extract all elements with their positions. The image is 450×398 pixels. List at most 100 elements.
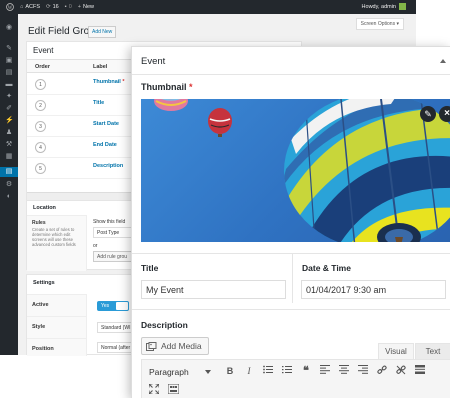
updates-count: 16 [52,4,59,10]
dashboard-icon[interactable]: ◉ [5,24,13,32]
plugins-icon[interactable]: ⚡ [5,117,14,125]
field-label[interactable]: End Date [93,142,117,148]
numbered-list-icon[interactable] [281,365,293,377]
format-select[interactable]: Paragraph [146,365,214,379]
show-if-label: Show this field [93,219,126,225]
divider [132,253,450,254]
screen-options-button[interactable]: Screen Options ▾ [355,18,404,30]
add-media-button[interactable]: Add Media [141,337,209,355]
media-icon[interactable]: ▣ [5,57,13,65]
settings-row-side: Position [27,338,87,356]
location-title: Location [33,205,56,211]
comments-icon: ▪ [64,4,67,10]
site-name: ACFS [25,4,40,10]
media-icon [146,341,157,351]
bold-icon[interactable]: B [224,365,236,377]
comments-menu-icon[interactable]: ▬ [5,81,13,89]
panel-title: Event [141,56,166,67]
red-balloon [208,108,232,137]
howdy-label: Howdy, admin [361,3,396,10]
date-time-label: Date & Time [302,263,351,273]
field-label[interactable]: Title [93,100,104,106]
settings-menu-icon[interactable]: ▦ [5,153,13,161]
admin-bar-account[interactable]: Howdy, admin [362,3,406,10]
custom-fields-icon[interactable]: ▤ [0,167,18,177]
position-label: Position [32,346,54,352]
thumbnail-label-text: Thumbnail [141,82,187,92]
updates-icon: ⟳ [46,4,51,10]
admin-bar: W ⌂ ACFS ⟳ 16 ▪ 0 + New Howdy, admin [0,0,416,14]
chevron-down-icon [205,370,211,374]
order-column-header: Order [35,64,50,70]
admin-bar-comments[interactable]: ▪ 0 [65,4,72,10]
admin-bar-new[interactable]: + New [78,4,94,10]
admin-bar-updates[interactable]: ⟳ 16 [46,4,59,10]
divider [132,74,450,75]
add-new-button[interactable]: Add New [88,26,117,38]
thumbnail-label: Thumbnail * [141,82,193,92]
appearance-icon[interactable]: ✐ [5,105,13,113]
title-label: Title [141,263,159,273]
field-order[interactable]: 4 [35,142,46,153]
posts-icon[interactable]: ✎ [5,45,13,53]
field-group-title[interactable]: Event [33,46,53,55]
tab-text[interactable]: Text [415,343,450,359]
settings-row-side: Style [27,316,87,338]
unlink-icon[interactable] [395,365,407,377]
tab-visual[interactable]: Visual [378,343,414,359]
active-toggle[interactable]: Yes [97,301,129,311]
toggle-knob [116,302,128,310]
collapse-icon[interactable]: ◐ [5,193,13,201]
field-order[interactable]: 3 [35,121,46,132]
link-icon[interactable] [376,365,388,377]
tools-icon[interactable]: ⚒ [5,141,13,149]
active-label: Active [32,302,49,308]
required-mark: * [122,79,125,85]
wp-logo-icon[interactable]: W [6,3,14,11]
field-label[interactable]: Description [93,163,123,169]
field-order[interactable]: 2 [35,100,46,111]
bullet-list-icon[interactable] [262,365,274,377]
description-label: Description [141,320,188,330]
toolbar-toggle-icon[interactable] [167,383,179,396]
edit-image-button[interactable]: ✎ [420,106,436,122]
field-label[interactable]: Start Date [93,121,119,127]
add-media-label: Add Media [161,341,202,351]
field-label-text[interactable]: Thumbnail [93,79,121,85]
collapse-caret-icon[interactable] [440,59,446,63]
quote-icon[interactable]: ❝ [300,365,312,377]
field-order[interactable]: 5 [35,163,46,174]
rules-label: Rules [32,220,46,226]
required-mark: * [189,82,193,92]
svg-text:W: W [8,6,13,11]
fullscreen-icon[interactable] [148,383,160,396]
align-right-icon[interactable] [357,365,369,377]
remove-image-button[interactable]: × [439,106,450,122]
settings-row-side: Active [27,294,87,316]
read-more-icon[interactable] [414,365,426,377]
rules-description: Create a set of rules to determine which… [32,227,76,247]
pin-icon[interactable]: ✦ [5,93,13,101]
format-select-value: Paragraph [149,367,189,377]
pencil-icon: ✎ [424,109,432,119]
gear-icon[interactable]: ⚙ [5,181,13,189]
admin-side-menu: ◉ ✎ ▣ ▤ ▬ ✦ ✐ ⚡ ♟ ⚒ ▦ ▤ ⚙ ◐ [0,14,18,355]
users-icon[interactable]: ♟ [5,129,13,137]
field-label[interactable]: Thumbnail * [93,79,124,85]
align-left-icon[interactable] [319,365,331,377]
italic-icon[interactable]: I [243,365,255,377]
home-icon: ⌂ [20,4,24,10]
column-divider [292,253,293,303]
active-toggle-label: Yes [101,303,110,309]
label-column-header: Label [93,64,108,70]
pages-icon[interactable]: ▤ [5,69,13,77]
small-balloon [154,99,188,111]
title-input[interactable] [141,280,286,299]
settings-title: Settings [33,280,55,286]
align-center-icon[interactable] [338,365,350,377]
field-order[interactable]: 1 [35,79,46,90]
plus-icon: + [77,4,81,10]
date-time-input[interactable] [301,280,446,299]
admin-bar-site[interactable]: ⌂ ACFS [20,4,40,10]
thumbnail-image[interactable] [141,99,450,242]
